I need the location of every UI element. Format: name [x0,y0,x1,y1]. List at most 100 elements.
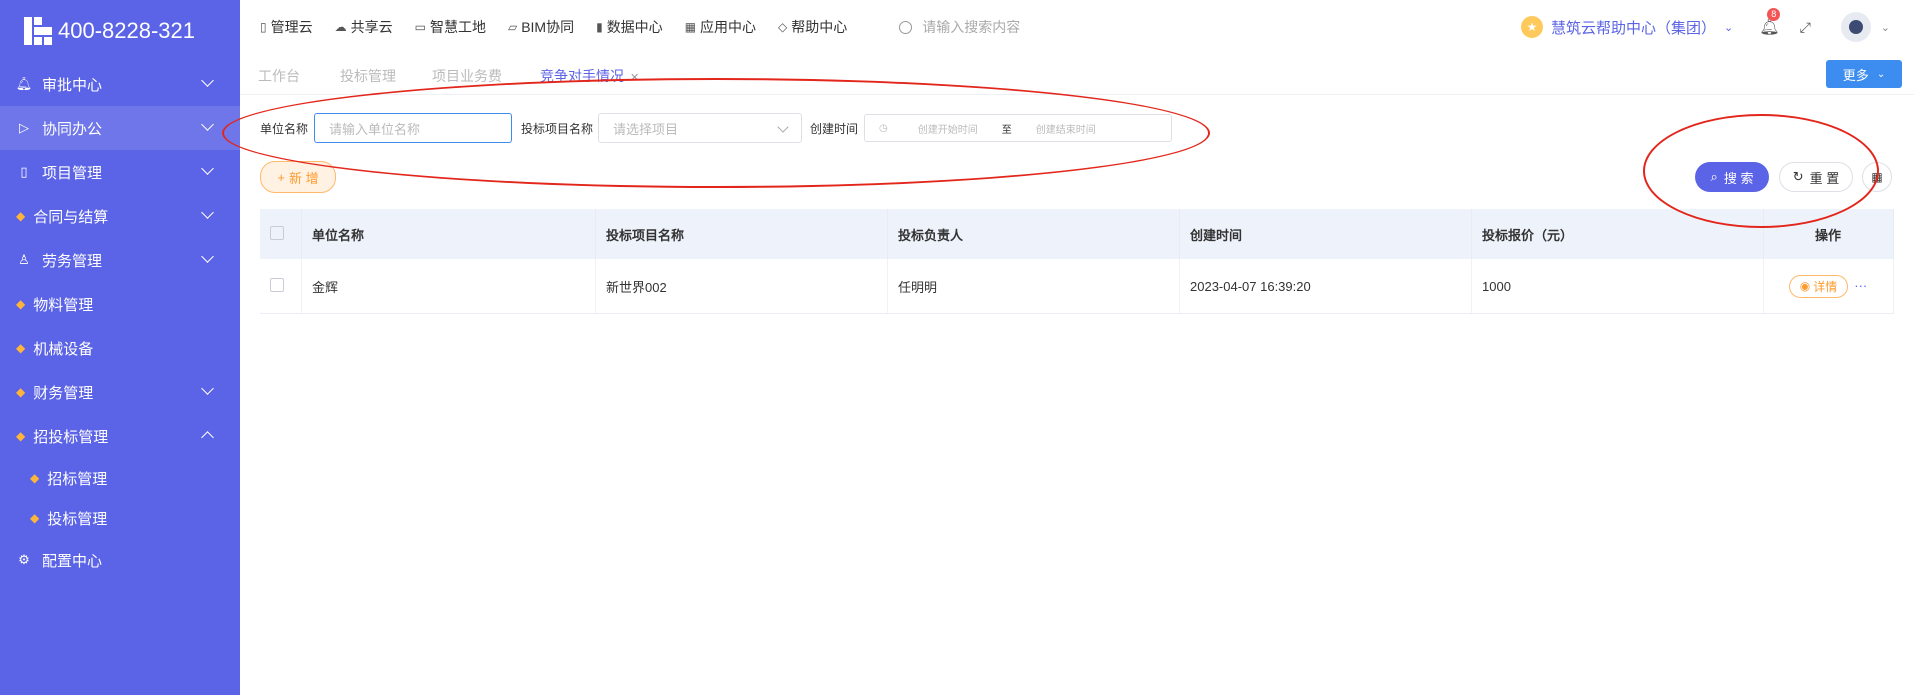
bell-icon: 🔔︎ [15,76,33,91]
project-select[interactable]: 请选择项目 [598,113,802,143]
tab-bid-management[interactable]: 投标管理 [340,66,396,86]
sidebar-subitem-tender[interactable]: ◆ 招标管理 [0,458,240,498]
fullscreen-icon[interactable]: ⤢ [1800,19,1811,36]
nav-help-center[interactable]: ◇ 帮助中心 [778,17,847,37]
sidebar-item-label: 机械设备 [33,340,94,358]
top-right-tools: ★ 慧筑云帮助中心（集团） ⌄ 🔔︎ 8 ⤢ ⌄ [1521,0,1890,54]
tab-competitors[interactable]: 竞争对手情况 ✕ [540,66,639,86]
global-search[interactable]: 请输入搜索内容 [899,17,1020,37]
logo[interactable]: 400-8228-321 [0,0,240,62]
nav-share-cloud[interactable]: ☁︎ 共享云 [335,17,393,37]
chevron-down-icon [201,250,214,263]
nav-app-center[interactable]: ▦ 应用中心 [685,17,756,37]
tab-label: 竞争对手情况 [540,68,624,84]
sidebar-subitem-bid[interactable]: ◆ 投标管理 [0,498,240,538]
sidebar-item-approval[interactable]: 🔔︎ 审批中心 [0,62,240,106]
sidebar-item-config[interactable]: ⚙ 配置中心 [0,538,240,582]
bell-icon: 🔔︎ [1759,19,1780,36]
col-unit: 单位名称 [301,209,596,259]
more-button[interactable]: 更多 ⌄ [1826,60,1902,88]
date-range-picker[interactable]: ◷ 创建开始时间 至 创建结束时间 [864,114,1172,142]
sidebar-item-label: 招投标管理 [33,428,109,446]
detail-button[interactable]: ◉ 详情 [1788,274,1849,298]
more-actions-icon[interactable]: ··· [1854,278,1867,293]
gem-icon: ◆ [16,385,26,399]
sidebar-item-label: 投标管理 [47,510,108,528]
avatar-icon [1848,20,1863,34]
date-separator: 至 [1001,124,1012,136]
cell-created: 2023-04-07 16:39:20 [1179,259,1472,314]
column-settings-icon[interactable]: ▦ [1862,162,1892,192]
unit-name-input[interactable]: 请输入单位名称 [314,113,512,143]
chevron-down-icon [201,74,214,87]
sidebar-item-label: 招标管理 [47,470,108,488]
grid-icon: ▦ [684,20,697,34]
sidebar-item-label: 合同与结算 [33,208,109,226]
org-switcher[interactable]: ★ 慧筑云帮助中心（集团） ⌄ [1521,16,1733,38]
chevron-down-icon [201,206,214,219]
page-tabs: 工作台 投标管理 项目业务费 竞争对手情况 ✕ 更多 ⌄ [240,54,1914,95]
date-end-placeholder: 创建结束时间 [1035,124,1096,136]
sidebar-item-material[interactable]: ◆ 物料管理 [0,282,240,326]
gem-icon: ◆ [16,209,26,223]
add-label: 新 增 [288,170,319,186]
reset-button[interactable]: ↻ 重 置 [1779,162,1853,192]
sidebar-item-collab[interactable]: ▷ 协同办公 [0,106,240,150]
plus-icon: + [277,169,285,185]
tab-workbench[interactable]: 工作台 [258,66,300,86]
nav-label: 智慧工地 [429,19,486,35]
more-circle-icon: ◉ [1799,279,1811,293]
chevron-down-icon [201,162,214,175]
sidebar-item-finance[interactable]: ◆ 财务管理 [0,370,240,414]
search-icon: ⌕ [1710,169,1718,184]
date-label: 创建时间 [810,122,859,136]
gem-icon: ◆ [16,297,26,311]
sidebar-item-label: 审批中心 [42,76,103,94]
col-owner: 投标负责人 [887,209,1180,259]
detail-label: 详情 [1813,279,1838,294]
sidebar-item-project[interactable]: ▯ 项目管理 [0,150,240,194]
chevron-down-icon [777,121,789,133]
org-name: 慧筑云帮助中心（集团） [1551,19,1717,37]
sidebar-item-contract[interactable]: ◆ 合同与结算 [0,194,240,238]
notifications[interactable]: 🔔︎ 8 [1759,8,1781,37]
sidebar-item-label: 物料管理 [33,296,94,314]
search-button[interactable]: ⌕ 搜 索 [1695,162,1769,192]
more-label: 更多 [1842,67,1869,83]
cloud-icon: ☁︎ [334,20,347,34]
bim-icon: ▱ [507,20,518,34]
table-row: 金辉 新世界002 任明明 2023-04-07 16:39:20 1000 ◉… [260,259,1894,314]
book-icon: ▯ [20,164,28,179]
nav-label: 管理云 [270,19,313,35]
sidebar: 400-8228-321 🔔︎ 审批中心 ▷ 协同办公 ▯ 项目管理 ◆ 合同与… [0,0,240,695]
close-icon[interactable]: ✕ [630,72,639,84]
competitor-table: 单位名称 投标项目名称 投标负责人 创建时间 投标报价（元） 操作 金辉 新世界… [260,209,1894,314]
gem-icon: ◆ [30,511,40,525]
nav-label: BIM协同 [521,19,575,35]
reset-label: 重 置 [1809,170,1840,186]
col-action: 操作 [1763,209,1894,259]
gear-icon: ⚙ [18,552,30,567]
chevron-down-icon: ⌄ [1724,21,1734,34]
phone-number: 400-8228-321 [58,18,196,43]
org-avatar-icon: ★ [1521,16,1544,38]
nav-label: 应用中心 [700,19,757,35]
nav-smart-site[interactable]: ▭ 智慧工地 [415,17,486,37]
sidebar-item-machinery[interactable]: ◆ 机械设备 [0,326,240,370]
add-button[interactable]: + 新 增 [260,161,336,193]
nav-data-center[interactable]: ▮ 数据中心 [596,17,663,37]
sidebar-item-labor[interactable]: ♙ 劳务管理 [0,238,240,282]
logo-icon [24,17,52,45]
user-avatar[interactable] [1840,12,1871,42]
cell-action: ◉ 详情 ··· [1763,259,1894,314]
row-checkbox[interactable] [270,277,284,292]
sidebar-item-label: 项目管理 [42,164,103,182]
select-all-checkbox[interactable] [270,225,284,240]
cell-owner: 任明明 [887,259,1180,314]
tab-project-expense[interactable]: 项目业务费 [432,66,502,86]
chevron-down-icon: ⌄ [1876,68,1886,80]
sidebar-item-bidding[interactable]: ◆ 招投标管理 [0,414,240,458]
nav-bim[interactable]: ▱ BIM协同 [508,17,574,37]
nav-management-cloud[interactable]: ▯ 管理云 [260,17,313,37]
chevron-down-icon[interactable]: ⌄ [1881,21,1890,34]
